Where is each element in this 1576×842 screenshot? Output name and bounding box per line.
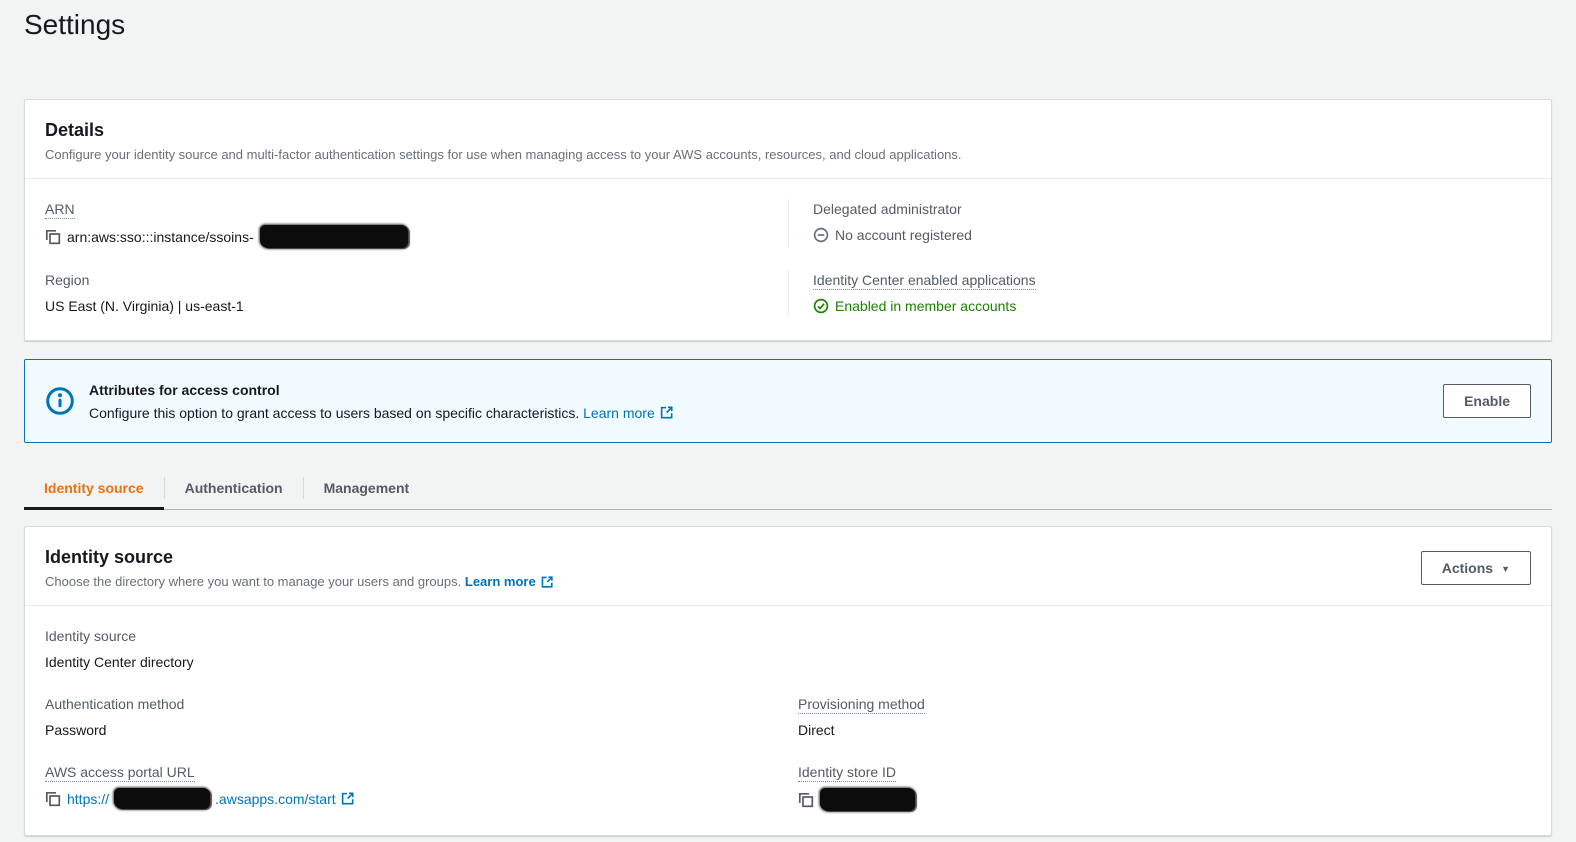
minus-circle-icon xyxy=(813,227,829,243)
enabled-apps-status-text: Enabled in member accounts xyxy=(835,296,1016,316)
identity-store-id-redaction xyxy=(820,788,915,811)
details-card-body: ARN arn:aws:sso:::instance/ssoins- Deleg… xyxy=(25,179,1551,340)
source-row-3: AWS access portal URL https:// .awsapps.c… xyxy=(45,762,1531,811)
identity-source-label: Identity source xyxy=(45,626,788,646)
identity-store-id-field: Identity store ID xyxy=(788,762,1531,811)
tab-management[interactable]: Management xyxy=(304,467,430,509)
external-link-icon xyxy=(659,405,674,420)
identity-source-learn-more-link[interactable]: Learn more xyxy=(465,573,536,591)
settings-tabs: Identity source Authentication Managemen… xyxy=(24,467,1552,510)
provisioning-method-label: Provisioning method xyxy=(798,694,1531,714)
identity-source-card-title: Identity source xyxy=(45,545,1421,569)
identity-store-id-value xyxy=(798,788,1531,811)
delegated-admin-status-text: No account registered xyxy=(835,225,972,245)
portal-url-redaction xyxy=(114,788,210,809)
auth-method-value: Password xyxy=(45,720,788,740)
enabled-apps-status: Enabled in member accounts xyxy=(813,296,1531,316)
auth-method-label: Authentication method xyxy=(45,694,788,714)
arn-value-text: arn:aws:sso:::instance/ssoins- xyxy=(67,227,254,247)
provisioning-method-label-text[interactable]: Provisioning method xyxy=(798,696,925,714)
details-row-1: ARN arn:aws:sso:::instance/ssoins- Deleg… xyxy=(45,199,1531,248)
settings-page: Settings Details Configure your identity… xyxy=(0,0,1576,836)
arn-label-text[interactable]: ARN xyxy=(45,201,75,219)
banner-learn-more-link[interactable]: Learn more xyxy=(583,403,655,423)
arn-field: ARN arn:aws:sso:::instance/ssoins- xyxy=(45,199,788,248)
check-circle-icon xyxy=(813,298,829,314)
chevron-down-icon: ▼ xyxy=(1501,565,1510,574)
auth-method-field: Authentication method Password xyxy=(45,694,788,740)
identity-source-value: Identity Center directory xyxy=(45,652,788,672)
region-label: Region xyxy=(45,270,788,290)
identity-store-id-label: Identity store ID xyxy=(798,762,1531,782)
banner-title: Attributes for access control xyxy=(89,380,1429,400)
portal-url-label: AWS access portal URL xyxy=(45,762,788,782)
banner-description: Configure this option to grant access to… xyxy=(89,403,1429,423)
banner-text: Attributes for access control Configure … xyxy=(89,380,1429,423)
arn-redaction xyxy=(260,225,408,248)
identity-store-id-label-text[interactable]: Identity store ID xyxy=(798,764,896,782)
portal-url-value: https:// .awsapps.com/start xyxy=(45,788,788,809)
identity-source-card-description: Choose the directory where you want to m… xyxy=(45,573,1421,591)
identity-source-description-text: Choose the directory where you want to m… xyxy=(45,574,461,589)
details-card-header: Details Configure your identity source a… xyxy=(25,100,1551,178)
copy-icon[interactable] xyxy=(798,792,814,808)
provisioning-method-field: Provisioning method Direct xyxy=(788,694,1531,740)
arn-label: ARN xyxy=(45,199,788,219)
enable-button[interactable]: Enable xyxy=(1443,384,1531,418)
portal-url-suffix: .awsapps.com/start xyxy=(215,789,336,809)
delegated-admin-field: Delegated administrator No account regis… xyxy=(788,199,1531,248)
actions-button[interactable]: Actions ▼ xyxy=(1421,551,1531,585)
external-link-icon xyxy=(340,791,355,806)
portal-url-label-text[interactable]: AWS access portal URL xyxy=(45,764,195,782)
identity-source-card: Identity source Choose the directory whe… xyxy=(24,526,1552,836)
region-value: US East (N. Virginia) | us-east-1 xyxy=(45,296,788,316)
identity-source-header-text: Identity source Choose the directory whe… xyxy=(45,545,1421,591)
portal-url-link[interactable]: https:// .awsapps.com/start xyxy=(67,788,355,809)
enabled-apps-field: Identity Center enabled applications Ena… xyxy=(788,270,1531,316)
portal-url-field: AWS access portal URL https:// .awsapps.c… xyxy=(45,762,788,811)
identity-source-card-body: Identity source Identity Center director… xyxy=(25,606,1551,835)
delegated-admin-status: No account registered xyxy=(813,225,1531,245)
details-row-2: Region US East (N. Virginia) | us-east-1… xyxy=(45,270,1531,316)
source-row-2: Authentication method Password Provision… xyxy=(45,694,1531,740)
external-link-icon xyxy=(540,575,554,589)
arn-value: arn:aws:sso:::instance/ssoins- xyxy=(45,225,788,248)
details-card-description: Configure your identity source and multi… xyxy=(45,146,1531,164)
region-field: Region US East (N. Virginia) | us-east-1 xyxy=(45,270,788,316)
details-card: Details Configure your identity source a… xyxy=(24,99,1552,341)
identity-source-field: Identity source Identity Center director… xyxy=(45,626,788,672)
attributes-banner: Attributes for access control Configure … xyxy=(24,359,1552,443)
tab-authentication[interactable]: Authentication xyxy=(165,467,303,509)
info-icon xyxy=(45,386,75,416)
provisioning-method-value: Direct xyxy=(798,720,1531,740)
delegated-admin-label: Delegated administrator xyxy=(813,199,1531,219)
details-card-title: Details xyxy=(45,118,1531,142)
actions-button-label: Actions xyxy=(1442,558,1493,578)
portal-url-prefix: https:// xyxy=(67,789,109,809)
source-row-1: Identity source Identity Center director… xyxy=(45,626,1531,672)
tab-identity-source[interactable]: Identity source xyxy=(24,467,164,509)
page-title: Settings xyxy=(24,6,1552,44)
copy-icon[interactable] xyxy=(45,791,61,807)
enabled-apps-label: Identity Center enabled applications xyxy=(813,270,1531,290)
source-row-1-right xyxy=(788,626,1531,672)
identity-source-card-header: Identity source Choose the directory whe… xyxy=(25,527,1551,605)
enabled-apps-label-text[interactable]: Identity Center enabled applications xyxy=(813,272,1036,290)
copy-icon[interactable] xyxy=(45,229,61,245)
banner-description-text: Configure this option to grant access to… xyxy=(89,405,579,421)
